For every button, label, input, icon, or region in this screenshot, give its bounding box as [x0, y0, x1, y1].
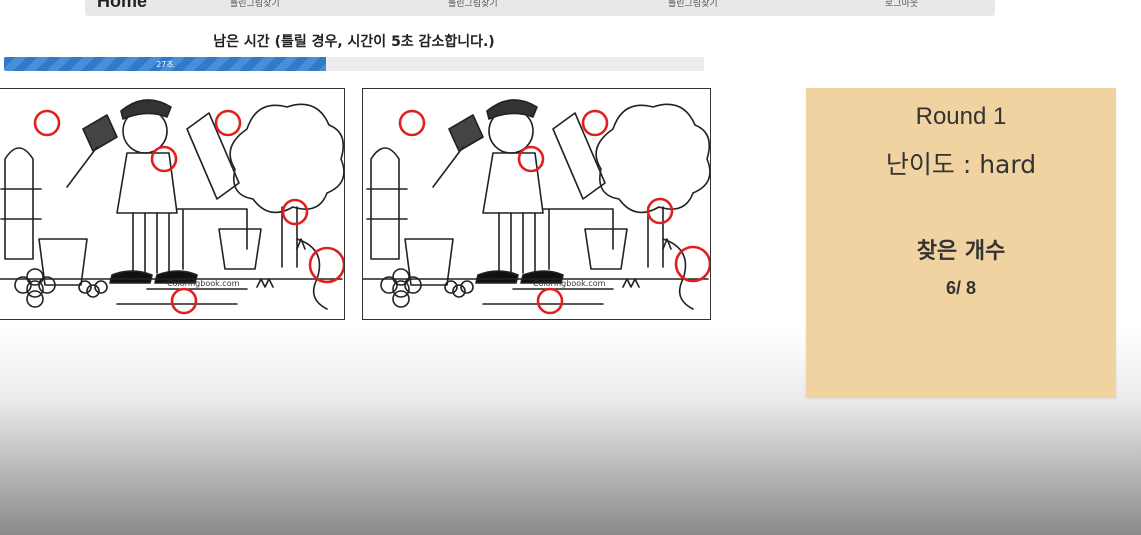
right-picture-drawing[interactable]: Coloringbook.com — [363, 89, 711, 320]
found-difference-marker — [170, 287, 198, 315]
home-link[interactable]: Home — [97, 0, 147, 12]
left-picture-drawing[interactable]: Coloringbook.com — [0, 89, 345, 320]
found-difference-marker — [674, 245, 710, 283]
watermark-text: Coloringbook.com — [167, 279, 240, 288]
round-info-panel: Round 1 난이도 : hard 찾은 개수 6/ 8 — [806, 88, 1116, 398]
round-label: Round 1 — [915, 103, 1007, 130]
nav-link-3[interactable]: 틀린그림찾기 — [668, 0, 718, 9]
found-difference-marker — [150, 145, 178, 173]
timer-progress-fill: 27초 — [4, 57, 326, 71]
timer-label: 남은 시간 (틀릴 경우, 시간이 5초 감소합니다.) — [213, 34, 495, 50]
found-difference-marker — [536, 287, 564, 315]
timer-progress-text: 27초 — [156, 59, 174, 69]
found-difference-marker — [398, 109, 426, 137]
left-picture[interactable]: Coloringbook.com — [0, 88, 345, 320]
logout-link[interactable]: 로그아웃 — [885, 0, 918, 9]
right-picture[interactable]: Coloringbook.com — [362, 88, 711, 320]
timer-progress-bar: 27초 — [4, 57, 704, 71]
found-difference-marker — [581, 109, 609, 137]
found-difference-marker — [281, 198, 309, 226]
found-difference-marker — [517, 145, 545, 173]
nav-link-2[interactable]: 틀린그림찾기 — [448, 0, 498, 9]
found-difference-marker — [308, 246, 344, 284]
found-count-value: 6/ 8 — [945, 278, 977, 298]
line-art: Coloringbook.com — [363, 99, 710, 310]
top-nav: Home 틀린그림찾기 틀린그림찾기 틀린그림찾기 로그아웃 — [85, 0, 995, 16]
difficulty-label: 난이도 : hard — [885, 150, 1037, 179]
found-difference-marker — [214, 109, 242, 137]
nav-link-1[interactable]: 틀린그림찾기 — [230, 0, 280, 9]
line-art: Coloringbook.com — [0, 99, 344, 310]
found-count-title: 찾은 개수 — [916, 239, 1006, 264]
found-difference-marker — [33, 109, 61, 137]
watermark-text: Coloringbook.com — [533, 279, 606, 288]
